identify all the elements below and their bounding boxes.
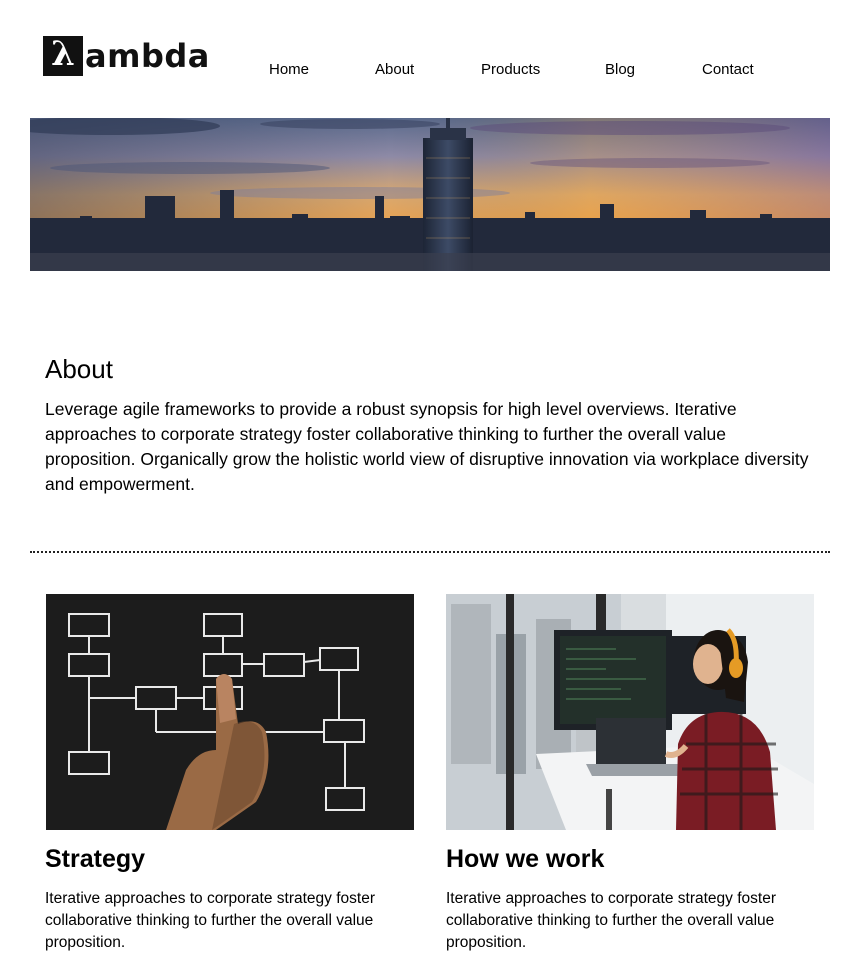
strategy-text: Iterative approaches to corporate strate… [45, 890, 375, 951]
how-we-work-image [446, 594, 814, 830]
nav-products[interactable]: Products [481, 61, 540, 78]
nav-blog[interactable]: Blog [605, 61, 635, 78]
main-nav: Home About Products Blog Contact [0, 61, 861, 81]
how-we-work-text: Iterative approaches to corporate strate… [446, 890, 776, 951]
nav-about[interactable]: About [375, 61, 414, 78]
section-divider [30, 551, 830, 553]
how-we-work-heading: How we work [446, 845, 605, 873]
strategy-heading: Strategy [45, 845, 146, 873]
strategy-image [46, 594, 414, 830]
nav-contact[interactable]: Contact [702, 61, 754, 78]
about-paragraph: Leverage agile frameworks to provide a r… [45, 399, 809, 494]
nav-home[interactable]: Home [269, 61, 309, 78]
hero-banner-image [30, 118, 830, 271]
site-header: λ ambda Home About Products Blog Contact [0, 0, 861, 110]
about-heading: About [45, 354, 113, 384]
